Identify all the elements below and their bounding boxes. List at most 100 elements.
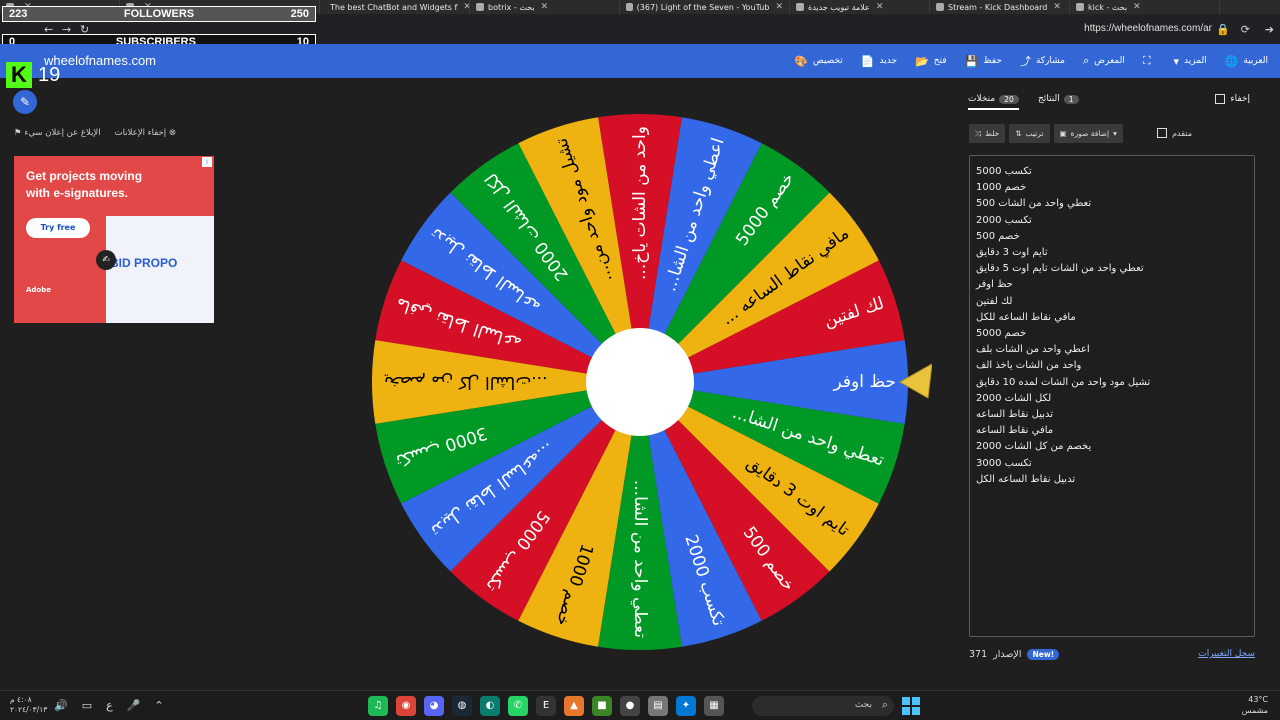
spotify-icon[interactable]: ♫: [368, 696, 388, 716]
add-image-label: إضافة صورة: [1070, 129, 1110, 138]
advanced-label: متقدم: [1172, 128, 1192, 138]
hide-ads-link[interactable]: إخفاء الإعلانات ⊗: [115, 128, 176, 138]
notepad-icon[interactable]: ▤: [648, 696, 668, 716]
folder-icon: 📂: [915, 54, 929, 68]
minecraft-icon[interactable]: ■: [592, 696, 612, 716]
explorer-icon[interactable]: ▦: [704, 696, 724, 716]
shuffle-button[interactable]: ⤨ خلط: [969, 124, 1006, 143]
nav-item[interactable]: ⛶: [1143, 54, 1156, 68]
advanced-checkbox[interactable]: [1157, 128, 1168, 138]
tab-results-label: النتائج: [1038, 94, 1060, 104]
nav-item[interactable]: 💾 حفظ: [965, 55, 1002, 68]
site-name[interactable]: wheelofnames.com: [44, 53, 156, 68]
chrome-icon[interactable]: ◉: [396, 696, 416, 716]
nav-item-label: حفظ: [983, 56, 1002, 66]
hide-panel-toggle[interactable]: إخفاء: [1215, 94, 1250, 104]
tab-close-icon[interactable]: ✕: [1133, 2, 1141, 12]
search-icon: ⌕: [1083, 54, 1090, 67]
microphone-icon[interactable]: 🎤: [127, 699, 141, 712]
sort-button[interactable]: ⇅ ترتيب: [1009, 124, 1050, 143]
speaker-icon[interactable]: 🔊: [54, 699, 68, 712]
browser-tab[interactable]: kick - بحث ✕: [1070, 0, 1220, 14]
nav-item[interactable]: ⤴ مشاركة: [1020, 53, 1065, 69]
search-icon: ⌕: [881, 698, 888, 711]
taskbar-search[interactable]: بحث ⌕: [752, 696, 894, 716]
refresh-icon[interactable]: ⟳: [1241, 23, 1250, 36]
changelog-link[interactable]: سجل التغييرات: [1198, 649, 1255, 659]
ad-links: ⚑ الإبلاغ عن إعلان سيء إخفاء الإعلانات ⊗: [14, 128, 214, 138]
wheel-segment-label: تعطي واحد من الشا...: [630, 480, 650, 638]
browser-tab[interactable]: Stream - Kick Dashboard ✕: [930, 0, 1070, 14]
ad-info-icon[interactable]: i: [202, 157, 212, 167]
entry-line: تكسب 5000: [976, 166, 1032, 177]
tab-title: kick - بحث: [1088, 2, 1128, 12]
taskbar-apps: ♫ ◉ ◕ ◍ ◐ ✆ E ▲ ■ ● ▤ ✦ ▦: [368, 696, 724, 716]
panel-tabs: منخلات 20 النتائج 1 إخفاء: [960, 92, 1260, 114]
vlc-icon[interactable]: ▲: [564, 696, 584, 716]
nav-item[interactable]: 📂 فتح: [915, 55, 947, 68]
ad-headline: Get projects moving with e-signatures.: [26, 169, 143, 200]
report-ad-link[interactable]: ⚑ الإبلاغ عن إعلان سيء: [14, 128, 101, 138]
obs-icon[interactable]: ●: [620, 696, 640, 716]
tab-title: The best ChatBot and Widgets f: [330, 2, 458, 12]
tab-results[interactable]: النتائج 1: [1038, 94, 1079, 104]
steam-icon[interactable]: ◍: [452, 696, 472, 716]
wheel-center-hub[interactable]: [586, 328, 694, 436]
wheel-segment-label: حظ اوفر: [833, 372, 897, 392]
sidebar-icon[interactable]: ➔: [1265, 23, 1274, 36]
epic-games-icon[interactable]: E: [536, 696, 556, 716]
nav-item[interactable]: ⌕ المعرض: [1083, 54, 1125, 68]
version-label: الإصدار: [993, 649, 1022, 660]
tab-entries-label: منخلات: [968, 94, 996, 104]
advanced-toggle[interactable]: متقدم: [1157, 128, 1192, 138]
add-image-button[interactable]: ▣ إضافة صورة ▾: [1053, 124, 1123, 143]
tab-close-icon[interactable]: ✕: [1053, 2, 1061, 12]
entry-line: مافي نقاط الساعه للكل: [976, 311, 1076, 323]
language-indicator[interactable]: ع: [106, 699, 113, 712]
followers-label: FOLLOWERS: [123, 8, 195, 20]
followers-goal-bar: 223 FOLLOWERS 250: [2, 6, 316, 22]
whatsapp-icon[interactable]: ✆: [508, 696, 528, 716]
entry-line: تايم اوت 3 دقايق: [976, 247, 1048, 259]
tab-close-icon[interactable]: ✕: [541, 2, 549, 12]
weather-widget[interactable]: 43°C مشمس: [1242, 694, 1268, 716]
tab-close-icon[interactable]: ✕: [876, 2, 884, 12]
tab-close-icon[interactable]: ✕: [463, 2, 469, 12]
nav-item[interactable]: ▾ المزيد: [1174, 55, 1207, 68]
browser-tab[interactable]: botrix - بحث ✕: [470, 0, 620, 14]
version-info: 371 الإصدار New!: [969, 649, 1060, 660]
windows-start-icon[interactable]: [902, 697, 920, 715]
nav-item[interactable]: 🎨 تخصيص: [794, 55, 843, 68]
entry-line: خصم 1000: [976, 182, 1027, 194]
tab-title: علامة تبويب جديدة: [808, 2, 870, 12]
nav-item[interactable]: 🌐 العربية: [1225, 55, 1268, 68]
advertisement[interactable]: Get projects moving with e-signatures. T…: [14, 156, 214, 323]
url-field[interactable]: https://wheelofnames.com/ar: [1084, 23, 1212, 34]
tab-close-icon[interactable]: ✕: [775, 2, 783, 12]
discord-icon[interactable]: ◕: [424, 696, 444, 716]
entry-line: تكسب 2000: [976, 214, 1032, 226]
entries-textarea[interactable]: تكسب 5000 خصم 1000 تعطي واحد من الشات 500 ت…: [969, 155, 1255, 637]
entry-line: يخصم من كل الشات 2000: [976, 441, 1092, 453]
entry-line: تعطي واحد من الشات 500: [976, 198, 1092, 210]
hide-checkbox[interactable]: [1215, 94, 1226, 104]
browser-tab[interactable]: (367) Light of the Seven - YouTub ✕: [620, 0, 790, 14]
display-icon[interactable]: ▭: [82, 699, 92, 712]
copilot-icon[interactable]: ✦: [676, 696, 696, 716]
tab-favicon-icon: [796, 3, 804, 11]
entry-line: خصم 5000: [976, 328, 1027, 340]
clock[interactable]: ٤:٠٨ م ٢٠٢٤/٠٣/١٣: [10, 695, 47, 715]
spin-wheel[interactable]: حظ اوفرلك لفتينمافي نقاط الساعه ...خصم 5…: [372, 112, 932, 652]
ad-cta-button[interactable]: Try free: [26, 218, 90, 238]
nav-item[interactable]: 📄 جديد: [861, 55, 897, 68]
browser-tab[interactable]: The best ChatBot and Widgets f ✕: [320, 0, 470, 14]
entry-line: واحد من الشات ياخذ الف: [976, 360, 1082, 372]
edit-pencil-icon[interactable]: ✎: [13, 90, 37, 114]
shuffle-icon: ⤨: [975, 128, 981, 138]
browser-tab[interactable]: علامة تبويب جديدة ✕: [790, 0, 930, 14]
kick-viewer-count: 19: [38, 64, 61, 86]
tab-entries[interactable]: منخلات 20: [968, 94, 1019, 110]
nav-item-label: مشاركة: [1035, 56, 1065, 66]
tray-expand-icon[interactable]: ⌃: [154, 699, 163, 712]
edge-icon[interactable]: ◐: [480, 696, 500, 716]
